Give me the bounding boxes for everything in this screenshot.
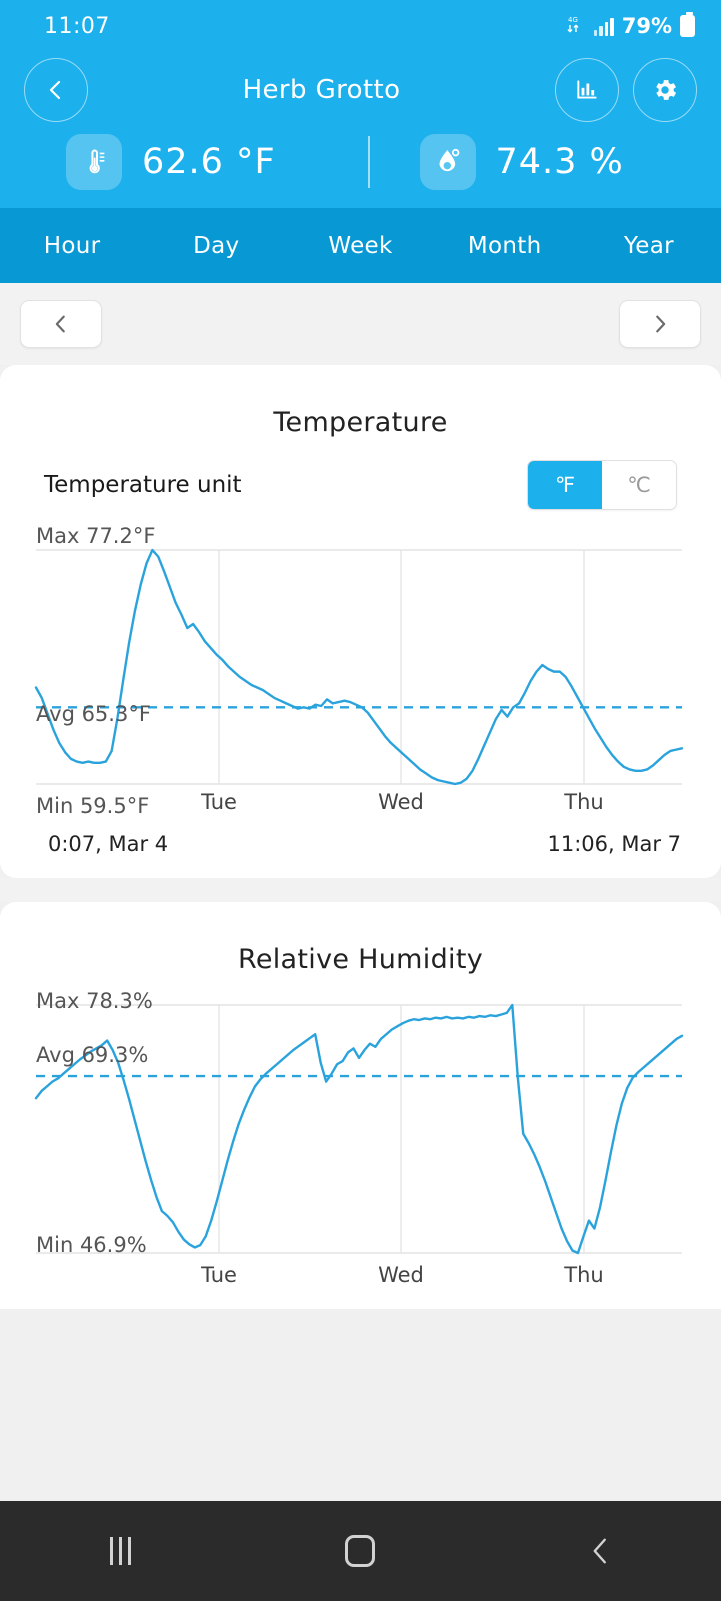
bar-chart-icon [577,80,597,99]
back-button[interactable] [24,58,88,122]
status-time: 11:07 [44,13,110,39]
app-header: Herb Grotto 62.6 °F 74.3 % [0,52,721,208]
date-pager [0,283,721,365]
tab-day[interactable]: Day [144,233,288,259]
x-tick-thu: Thu [564,1263,604,1287]
temperature-max-label: Max 77.2°F [36,524,156,548]
temperature-plot [34,548,684,786]
status-indicators: 4G 79% [566,12,695,38]
temperature-reading: 62.6 °F [0,134,368,190]
tab-month[interactable]: Month [433,233,577,259]
unit-option-fahrenheit[interactable]: ℉ [528,461,602,509]
temperature-avg-label: Avg 65.3°F [36,702,151,726]
temperature-card-title: Temperature [273,407,448,438]
temperature-card: Temperature Temperature unit ℉ ℃ Max 77.… [0,365,721,878]
period-tab-bar: Hour Day Week Month Year [0,208,721,283]
temperature-value: 62.6 °F [142,142,276,182]
tab-year[interactable]: Year [577,233,721,259]
humidity-card-title: Relative Humidity [238,944,483,975]
humidity-card: Relative Humidity Max 78.3% Avg 69.3% Mi… [0,902,721,1309]
recent-apps-icon [109,1537,131,1565]
x-tick-tue: Tue [201,790,237,814]
chart-view-button[interactable] [555,58,619,122]
page-title: Herb Grotto [242,75,401,105]
system-back-button[interactable] [541,1521,661,1581]
chevron-right-icon [656,315,666,333]
humidity-reading: 74.3 % [370,134,721,190]
x-tick-tue: Tue [201,1263,237,1287]
thermometer-icon [66,134,122,190]
temperature-unit-label: Temperature unit [44,472,242,498]
humidity-x-axis: Tue Wed Thu [0,1261,721,1299]
tab-week[interactable]: Week [288,233,432,259]
tab-hour[interactable]: Hour [0,233,144,259]
card-separator [0,878,721,902]
battery-icon [680,12,695,37]
home-icon [345,1535,376,1567]
temperature-chart[interactable]: Max 77.2°F Avg 65.3°F Min 59.5°F Tue Wed… [0,516,721,872]
recent-apps-button[interactable] [60,1521,180,1581]
chevron-left-icon [55,315,65,333]
humidity-value: 74.3 % [495,142,624,182]
temperature-date-range: 0:07, Mar 4 11:06, Mar 7 [0,824,721,872]
humidity-avg-label: Avg 69.3% [36,1043,149,1067]
temperature-x-axis: Tue Wed Thu [0,786,721,824]
temperature-unit-toggle[interactable]: ℉ ℃ [527,460,677,510]
system-nav-bar [0,1501,721,1601]
signal-bars-icon [593,17,614,36]
temperature-unit-row: Temperature unit ℉ ℃ [0,444,721,516]
humidity-plot [34,1003,684,1255]
settings-button[interactable] [633,58,697,122]
water-drop-icon [419,134,476,190]
back-chevron-icon [593,1538,606,1564]
x-tick-wed: Wed [378,1263,424,1287]
range-start-label: 0:07, Mar 4 [48,832,169,856]
previous-period-button[interactable] [20,300,102,348]
unit-option-celsius[interactable]: ℃ [602,461,676,509]
humidity-max-label: Max 78.3% [36,989,153,1013]
range-end-label: 11:06, Mar 7 [547,832,681,856]
home-button[interactable] [300,1521,420,1581]
humidity-min-label: Min 46.9% [36,1233,147,1257]
svg-text:4G: 4G [568,16,578,24]
next-period-button[interactable] [619,300,701,348]
app-screen: 11:07 4G 79% Herb Grotto 62.6 °F 74.3 % … [0,0,721,1601]
x-tick-wed: Wed [378,790,424,814]
x-tick-thu: Thu [564,790,604,814]
gear-icon [656,80,677,100]
4g-data-transfer-icon: 4G [566,14,586,38]
humidity-chart[interactable]: Max 78.3% Avg 69.3% Min 46.9% Tue Wed Th… [0,981,721,1299]
current-readings: 62.6 °F 74.3 % [0,128,721,194]
battery-percent: 79% [621,14,672,38]
status-bar: 11:07 4G 79% [0,0,721,52]
chevron-left-icon [49,80,61,100]
